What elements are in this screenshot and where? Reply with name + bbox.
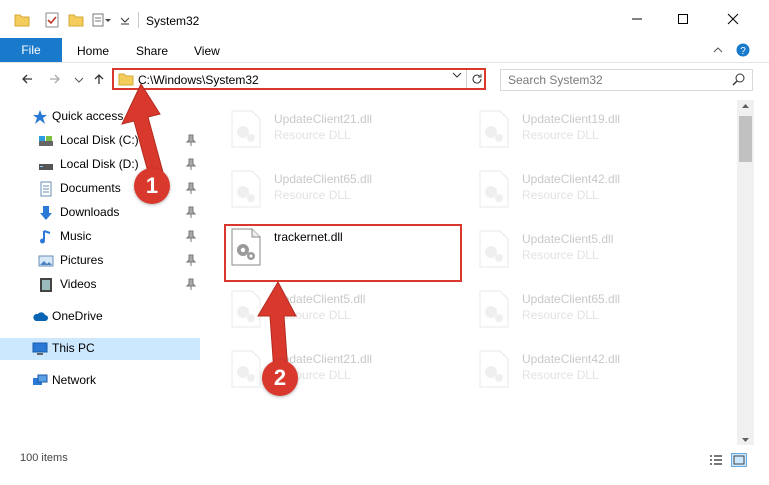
step-badge-2: 2: [262, 360, 298, 396]
step-badge-1: 1: [134, 168, 170, 204]
annotation-arrows: [121, 82, 297, 373]
